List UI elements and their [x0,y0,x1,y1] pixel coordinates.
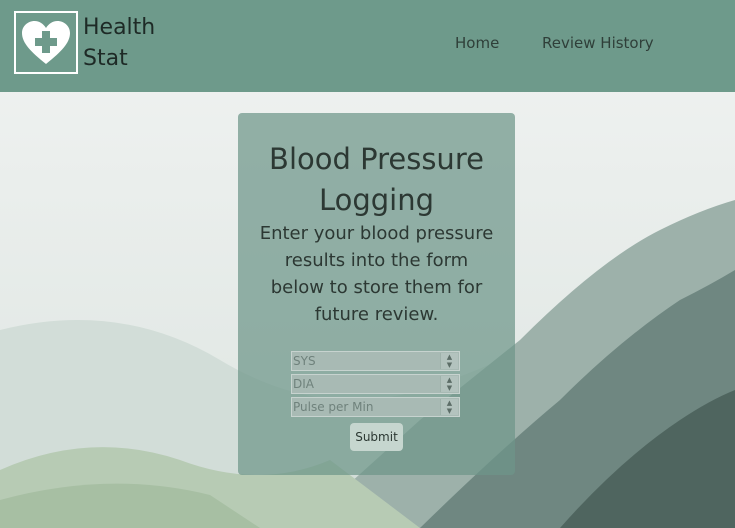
heart-plus-icon [22,20,70,64]
brand-line-1: Health [83,15,156,40]
sys-spinner-icon[interactable]: ▲ ▼ [440,353,458,369]
logo[interactable] [14,11,78,74]
dia-field: ▲▼ [291,374,460,394]
brand-line-2: Stat [83,46,128,71]
sys-input[interactable] [292,352,441,370]
blood-pressure-form-card: Blood Pressure Logging Enter your blood … [238,113,515,475]
top-navbar: Health Stat Home Review History [0,0,735,92]
pulse-field: ▲▼ [291,397,460,417]
form-description: Enter your blood pressure results into t… [259,223,494,325]
sys-field: ▲▼ [291,351,460,371]
form-title: Blood Pressure Logging [269,142,484,217]
pulse-spinner-icon[interactable]: ▲ ▼ [440,399,458,415]
nav-home-link[interactable]: Home [455,34,499,52]
pulse-input[interactable] [292,398,441,416]
dia-input[interactable] [292,375,441,393]
submit-button[interactable]: Submit [350,423,403,451]
dia-spinner-icon[interactable]: ▲ ▼ [440,376,458,392]
brand-name[interactable]: Health Stat [83,12,155,74]
nav-review-history-link[interactable]: Review History [542,34,654,52]
